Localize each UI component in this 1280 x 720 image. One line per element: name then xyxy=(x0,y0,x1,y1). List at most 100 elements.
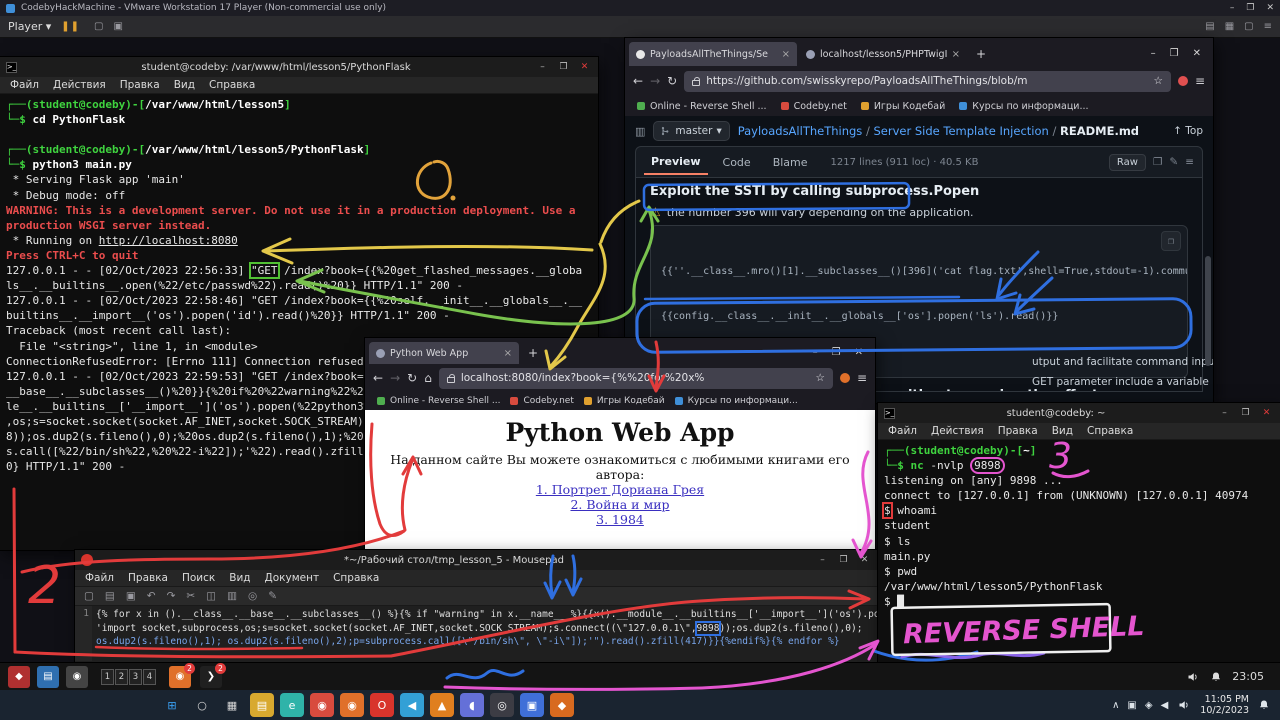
firefox-icon[interactable]: ◉ xyxy=(340,693,364,717)
notification-bell-icon[interactable] xyxy=(1210,671,1222,683)
library-icon[interactable]: ▤ xyxy=(1205,21,1214,32)
back-button[interactable]: ← xyxy=(633,74,643,88)
close-tab-icon[interactable]: × xyxy=(952,49,960,60)
close-button[interactable]: ✕ xyxy=(1259,408,1274,418)
chrome-icon[interactable]: ◉ xyxy=(310,693,334,717)
close-tab-icon[interactable]: × xyxy=(504,348,512,359)
menu-item[interactable]: Правка xyxy=(991,425,1045,437)
menu-item[interactable]: Файл xyxy=(881,425,924,437)
new-tab-button[interactable]: + xyxy=(969,47,993,61)
bookmark-item[interactable]: Игры Кодебай xyxy=(861,101,945,112)
book-link[interactable]: 1. Портрет Дориана Грея xyxy=(365,482,875,497)
vlc-icon[interactable]: ▲ xyxy=(430,693,454,717)
breadcrumb-folder[interactable]: Server Side Template Injection xyxy=(873,124,1048,138)
minimize-button[interactable]: – xyxy=(813,347,818,358)
extension-icon[interactable] xyxy=(1178,76,1188,86)
url-bar[interactable]: https://github.com/swisskyrepo/PayloadsA… xyxy=(684,71,1171,92)
player-menu[interactable]: Player ▾ xyxy=(8,20,51,33)
editor-body[interactable]: 1 {% for x in ().__class__.__base__.__su… xyxy=(75,606,878,661)
bookmark-star-icon[interactable]: ☆ xyxy=(1154,75,1163,87)
tab-python-web-app[interactable]: Python Web App × xyxy=(369,342,519,364)
book-link[interactable]: 3. 1984 xyxy=(365,512,875,527)
workspace-button[interactable]: 1 xyxy=(101,669,114,685)
task-view-icon[interactable]: ▦ xyxy=(220,693,244,717)
bookmark-item[interactable]: Игры Кодебай xyxy=(584,396,665,406)
url-bar[interactable]: localhost:8080/index?book={%%20for%20x% … xyxy=(439,368,833,389)
search-icon[interactable]: ○ xyxy=(190,693,214,717)
tab-localhost-phptwig[interactable]: localhost/lesson5/PHPTwigIn × xyxy=(799,42,967,66)
bookmark-item[interactable]: Online - Reverse Shell ... xyxy=(377,396,500,406)
mousepad-titlebar[interactable]: *~/Рабочий стол/tmp_lesson_5 - Mousepad … xyxy=(75,550,878,570)
menu-item[interactable]: Вид xyxy=(1045,425,1080,437)
kali-menu-icon[interactable]: ◆ xyxy=(8,666,30,688)
close-button[interactable]: ✕ xyxy=(577,62,592,72)
tab-payloadsallthethings[interactable]: PayloadsAllTheThings/Se × xyxy=(629,42,797,66)
pause-vm-icon[interactable]: ❚❚ xyxy=(61,21,80,32)
maximize-button[interactable]: ❐ xyxy=(832,347,841,358)
raw-button[interactable]: Raw xyxy=(1109,154,1146,171)
browser-menu-icon[interactable]: ≡ xyxy=(1195,74,1205,88)
editor-text[interactable]: {% for x in ().__class__.__base__.__subc… xyxy=(92,606,878,661)
open-file-icon[interactable]: ▤ xyxy=(105,590,115,602)
volume-icon[interactable] xyxy=(1186,671,1200,683)
reload-button[interactable]: ↻ xyxy=(407,371,417,385)
paste-icon[interactable]: ▥ xyxy=(227,590,237,602)
save-file-icon[interactable]: ▣ xyxy=(126,590,136,602)
menu-item[interactable]: Справка xyxy=(326,572,386,584)
menu-item[interactable]: Файл xyxy=(78,572,121,584)
branch-selector[interactable]: master ▾ xyxy=(653,121,729,141)
tab-code[interactable]: Code xyxy=(716,151,758,174)
workspace-button[interactable]: 2 xyxy=(115,669,128,685)
maximize-button[interactable]: ❐ xyxy=(1170,48,1179,59)
cut-icon[interactable]: ✂ xyxy=(186,590,195,602)
volume-icon[interactable] xyxy=(1177,699,1191,711)
file-manager-icon[interactable]: ▤ xyxy=(37,666,59,688)
firefox-icon[interactable]: ◉ 2 xyxy=(169,666,191,688)
discord-icon[interactable]: ◖ xyxy=(460,693,484,717)
tray-volume-icon[interactable]: ◀ xyxy=(1161,700,1169,711)
tab-blame[interactable]: Blame xyxy=(766,151,815,174)
home-button[interactable]: ⌂ xyxy=(424,371,432,385)
unity-icon[interactable]: ▦ xyxy=(1225,21,1234,32)
close-button[interactable]: ✕ xyxy=(857,555,872,565)
edge-icon[interactable]: e xyxy=(280,693,304,717)
vm-clock[interactable]: 23:05 xyxy=(1232,670,1264,683)
forward-button[interactable]: → xyxy=(390,371,400,385)
workspace-button[interactable]: 4 xyxy=(143,669,156,685)
copy-icon[interactable]: ❐ xyxy=(1153,156,1162,168)
minimize-button[interactable]: – xyxy=(1151,48,1156,59)
book-link[interactable]: 2. Война и мир xyxy=(365,497,875,512)
menu-item[interactable]: Вид xyxy=(167,79,202,91)
tab-preview[interactable]: Preview xyxy=(644,150,708,175)
settings-icon[interactable]: ≡ xyxy=(1264,21,1272,32)
minimize-button[interactable]: – xyxy=(535,62,550,72)
new-tab-button[interactable]: + xyxy=(521,346,545,360)
back-button[interactable]: ← xyxy=(373,371,383,385)
bookmark-item[interactable]: Codeby.net xyxy=(781,101,847,112)
file-explorer-icon[interactable]: ▤ xyxy=(250,693,274,717)
browser-menu-icon[interactable]: ≡ xyxy=(857,371,867,385)
menu-item[interactable]: Правка xyxy=(121,572,175,584)
copy-code-button[interactable]: ❐ xyxy=(1161,231,1181,251)
fullscreen-icon[interactable]: ▢ xyxy=(1244,21,1253,32)
close-button[interactable]: ✕ xyxy=(1193,48,1201,59)
edit-icon[interactable]: ✎ xyxy=(268,590,277,602)
terminal-titlebar[interactable]: >_ student@codeby: ~ – ❐ ✕ xyxy=(878,403,1280,423)
close-button[interactable]: ✕ xyxy=(855,347,863,358)
minimize-button[interactable]: – xyxy=(1230,3,1235,13)
new-file-icon[interactable]: ▢ xyxy=(84,590,94,602)
notification-bell-icon[interactable] xyxy=(1258,699,1270,711)
maximize-button[interactable]: ❐ xyxy=(1246,3,1254,13)
more-options-icon[interactable]: ≡ xyxy=(1185,156,1194,168)
terminal-titlebar[interactable]: >_ student@codeby: /var/www/html/lesson5… xyxy=(0,57,598,77)
menu-item[interactable]: Файл xyxy=(3,79,46,91)
minimize-button[interactable]: – xyxy=(815,555,830,565)
bookmark-item[interactable]: Codeby.net xyxy=(510,396,573,406)
edit-icon[interactable]: ✎ xyxy=(1169,156,1178,168)
obs-icon[interactable]: ◎ xyxy=(490,693,514,717)
send-ctrl-alt-del-icon[interactable]: ▢ xyxy=(94,21,103,32)
forward-button[interactable]: → xyxy=(650,74,660,88)
maximize-button[interactable]: ❐ xyxy=(836,555,851,565)
close-tab-icon[interactable]: × xyxy=(782,49,790,60)
menu-item[interactable]: Действия xyxy=(46,79,113,91)
